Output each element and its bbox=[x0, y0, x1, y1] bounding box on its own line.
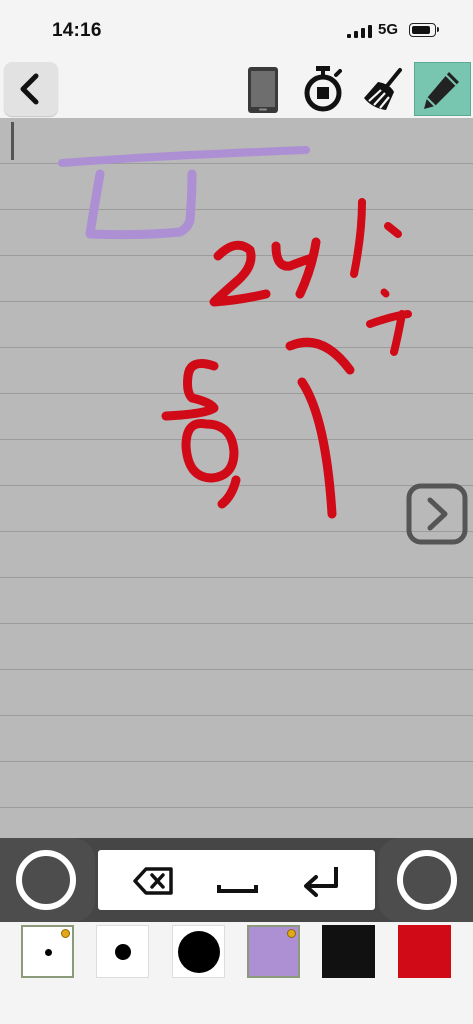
medium-dot-icon bbox=[115, 944, 131, 960]
left-circle-button[interactable] bbox=[16, 850, 76, 910]
clear-button[interactable] bbox=[356, 62, 410, 116]
space-icon bbox=[217, 885, 258, 893]
stopwatch-icon bbox=[304, 66, 342, 112]
network-type: 5G bbox=[378, 21, 399, 38]
next-page-button[interactable] bbox=[405, 482, 469, 546]
palette bbox=[0, 922, 473, 1024]
battery-icon bbox=[409, 23, 439, 37]
color-purple[interactable] bbox=[247, 925, 300, 978]
red-stroke-7 bbox=[366, 310, 412, 356]
brush-size-medium[interactable] bbox=[96, 925, 149, 978]
selected-badge-icon bbox=[287, 929, 296, 938]
signal-icon bbox=[347, 25, 372, 38]
chevron-right-icon bbox=[406, 483, 468, 545]
drawing-canvas[interactable] bbox=[0, 118, 473, 838]
red-stroke-9 bbox=[181, 418, 241, 509]
status-time: 14:16 bbox=[52, 20, 102, 41]
phone-button[interactable] bbox=[236, 62, 290, 116]
red-stroke-paren-top bbox=[285, 337, 355, 375]
keyboard-bar bbox=[98, 850, 375, 910]
color-red[interactable] bbox=[398, 925, 451, 978]
brush-size-small[interactable] bbox=[21, 925, 74, 978]
space-button[interactable] bbox=[216, 864, 260, 898]
backspace-icon bbox=[133, 867, 173, 895]
chevron-left-icon bbox=[20, 73, 39, 105]
right-circle-button[interactable] bbox=[397, 850, 457, 910]
red-stroke-paren bbox=[297, 377, 337, 519]
enter-button[interactable] bbox=[300, 864, 344, 898]
small-dot-icon bbox=[45, 949, 52, 956]
selected-badge-icon bbox=[61, 929, 70, 938]
purple-stroke-box bbox=[85, 169, 197, 240]
status-bar: 14:16 5G bbox=[0, 0, 473, 58]
red-stroke-1 bbox=[350, 198, 366, 278]
pencil-icon bbox=[424, 72, 459, 109]
input-panel bbox=[0, 838, 473, 922]
timer-button[interactable] bbox=[296, 62, 350, 116]
red-stroke-5 bbox=[161, 359, 219, 421]
toolbar bbox=[0, 58, 473, 118]
red-stroke-4 bbox=[271, 237, 321, 299]
red-dot-1 bbox=[384, 222, 402, 238]
phone-icon bbox=[248, 67, 278, 113]
ink-strokes bbox=[58, 146, 412, 519]
back-button[interactable] bbox=[4, 62, 58, 116]
pen-button[interactable] bbox=[414, 62, 471, 116]
backspace-button[interactable] bbox=[132, 864, 176, 898]
brush-size-large[interactable] bbox=[172, 925, 225, 978]
color-black[interactable] bbox=[322, 925, 375, 978]
broom-icon bbox=[364, 68, 402, 110]
red-dot-2 bbox=[380, 288, 390, 298]
red-stroke-2 bbox=[209, 240, 271, 307]
return-icon bbox=[304, 867, 338, 897]
purple-stroke-line bbox=[58, 146, 310, 167]
large-dot-icon bbox=[178, 931, 220, 973]
